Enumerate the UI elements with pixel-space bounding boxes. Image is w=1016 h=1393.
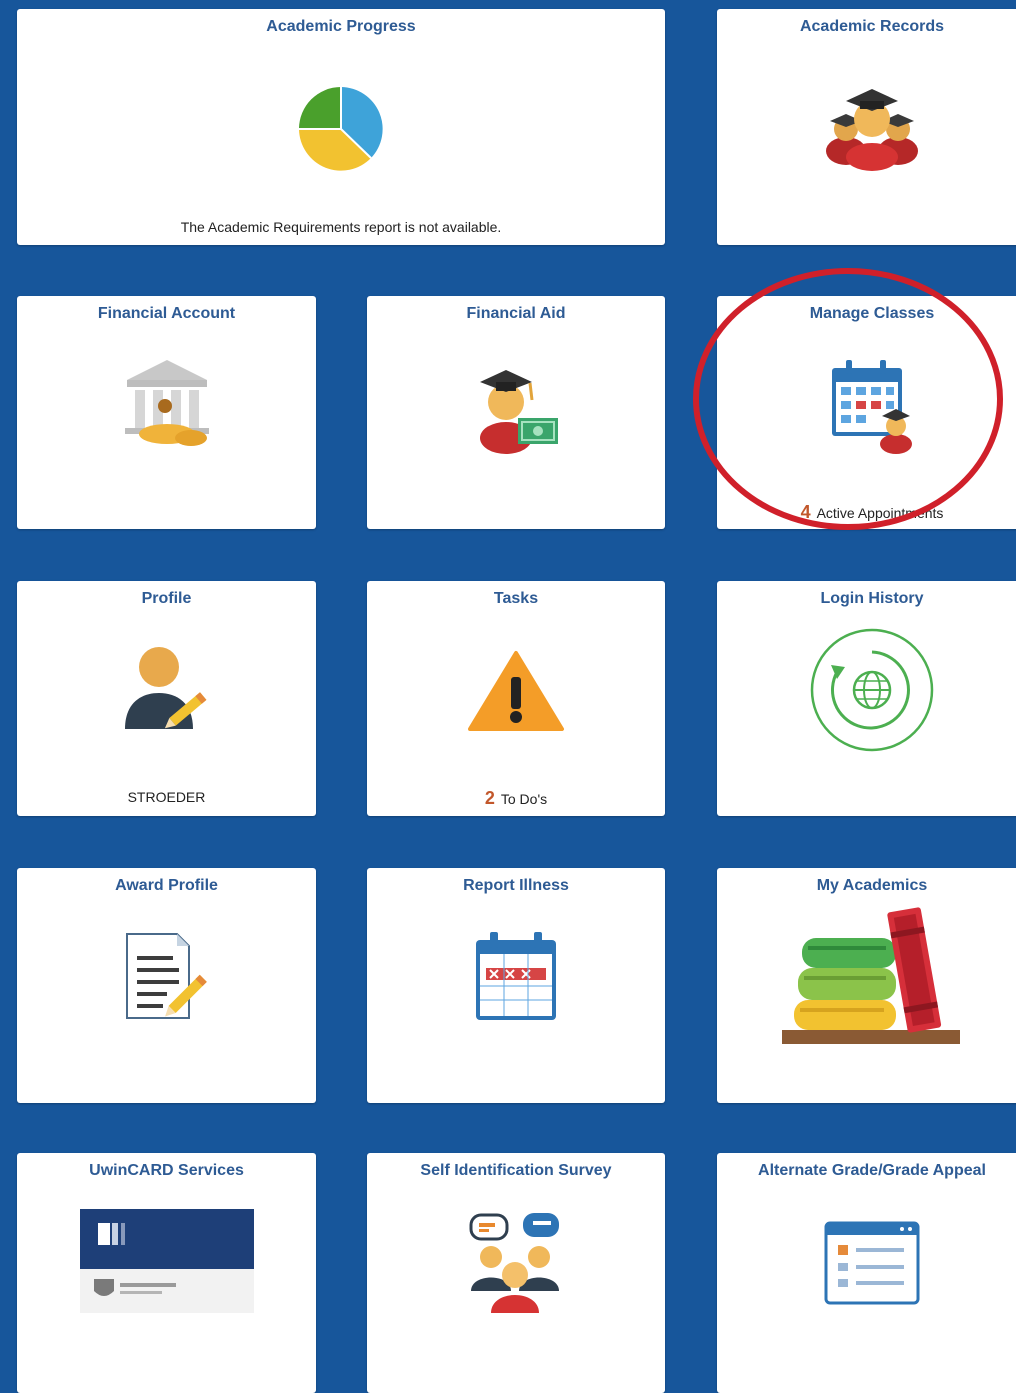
tile-title: Award Profile (115, 877, 218, 894)
graduates-icon (826, 89, 918, 171)
tile-title: Report Illness (463, 877, 569, 894)
tile-title: Self Identification Survey (420, 1162, 612, 1179)
tile-report-illness[interactable]: Report Illness (367, 868, 665, 1103)
appointments-label: Active Appointments (816, 505, 944, 521)
user-edit-icon (124, 647, 206, 729)
bank-icon (124, 360, 209, 446)
tile-title: Financial Aid (466, 305, 566, 322)
tile-alternate-grade-appeal[interactable]: Alternate Grade/Grade Appeal (717, 1153, 1016, 1393)
document-edit-icon (125, 933, 207, 1019)
calendar-student-icon (832, 360, 912, 454)
tile-title: UwinCARD Services (89, 1162, 244, 1179)
tile-title: Profile (141, 590, 192, 607)
globe-refresh-icon (810, 628, 934, 752)
profile-username: STROEDER (127, 789, 206, 805)
tile-my-academics[interactable]: My Academics (717, 868, 1016, 1103)
tile-title: Login History (820, 590, 924, 607)
books-icon (782, 907, 960, 1044)
calendar-x-icon (476, 932, 556, 1020)
tile-award-profile[interactable]: Award Profile (17, 868, 316, 1103)
warning-icon (468, 651, 564, 731)
tile-financial-account[interactable]: Financial Account (17, 296, 316, 529)
tile-title: Manage Classes (809, 305, 935, 322)
tile-title: Financial Account (97, 305, 236, 322)
tile-title: My Academics (816, 877, 928, 894)
academic-requirements-message: The Academic Requirements report is not … (180, 219, 502, 235)
tasks-label: To Do's (500, 791, 548, 807)
tile-academic-records[interactable]: Academic Records (717, 9, 1016, 245)
graduate-money-icon (480, 370, 558, 454)
tile-title: Academic Progress (266, 18, 416, 35)
tile-uwincard-services[interactable]: UwinCARD Services (17, 1153, 316, 1393)
tile-title: Tasks (493, 590, 539, 607)
tasks-count: 2 (484, 788, 495, 808)
id-card-icon (79, 1209, 254, 1313)
tile-manage-classes[interactable]: Manage Classes 4 Active Appointments (717, 296, 1016, 529)
tile-tasks[interactable]: Tasks 2 To Do's (367, 581, 665, 816)
tile-title: Academic Records (799, 18, 945, 35)
people-chat-icon (469, 1213, 559, 1313)
appointments-summary: 4 Active Appointments (717, 502, 1016, 523)
tile-login-history[interactable]: Login History (717, 581, 1016, 816)
tile-title: Alternate Grade/Grade Appeal (758, 1162, 986, 1179)
tile-profile[interactable]: Profile STROEDER (17, 581, 316, 816)
tasks-summary: 2 To Do's (367, 788, 665, 809)
pie-chart-icon (299, 87, 383, 171)
form-window-icon (824, 1221, 920, 1305)
tile-financial-aid[interactable]: Financial Aid (367, 296, 665, 529)
appointments-count: 4 (800, 502, 811, 522)
tile-academic-progress[interactable]: Academic Progress The Academic Requireme… (17, 9, 665, 245)
tile-self-identification-survey[interactable]: Self Identification Survey (367, 1153, 665, 1393)
